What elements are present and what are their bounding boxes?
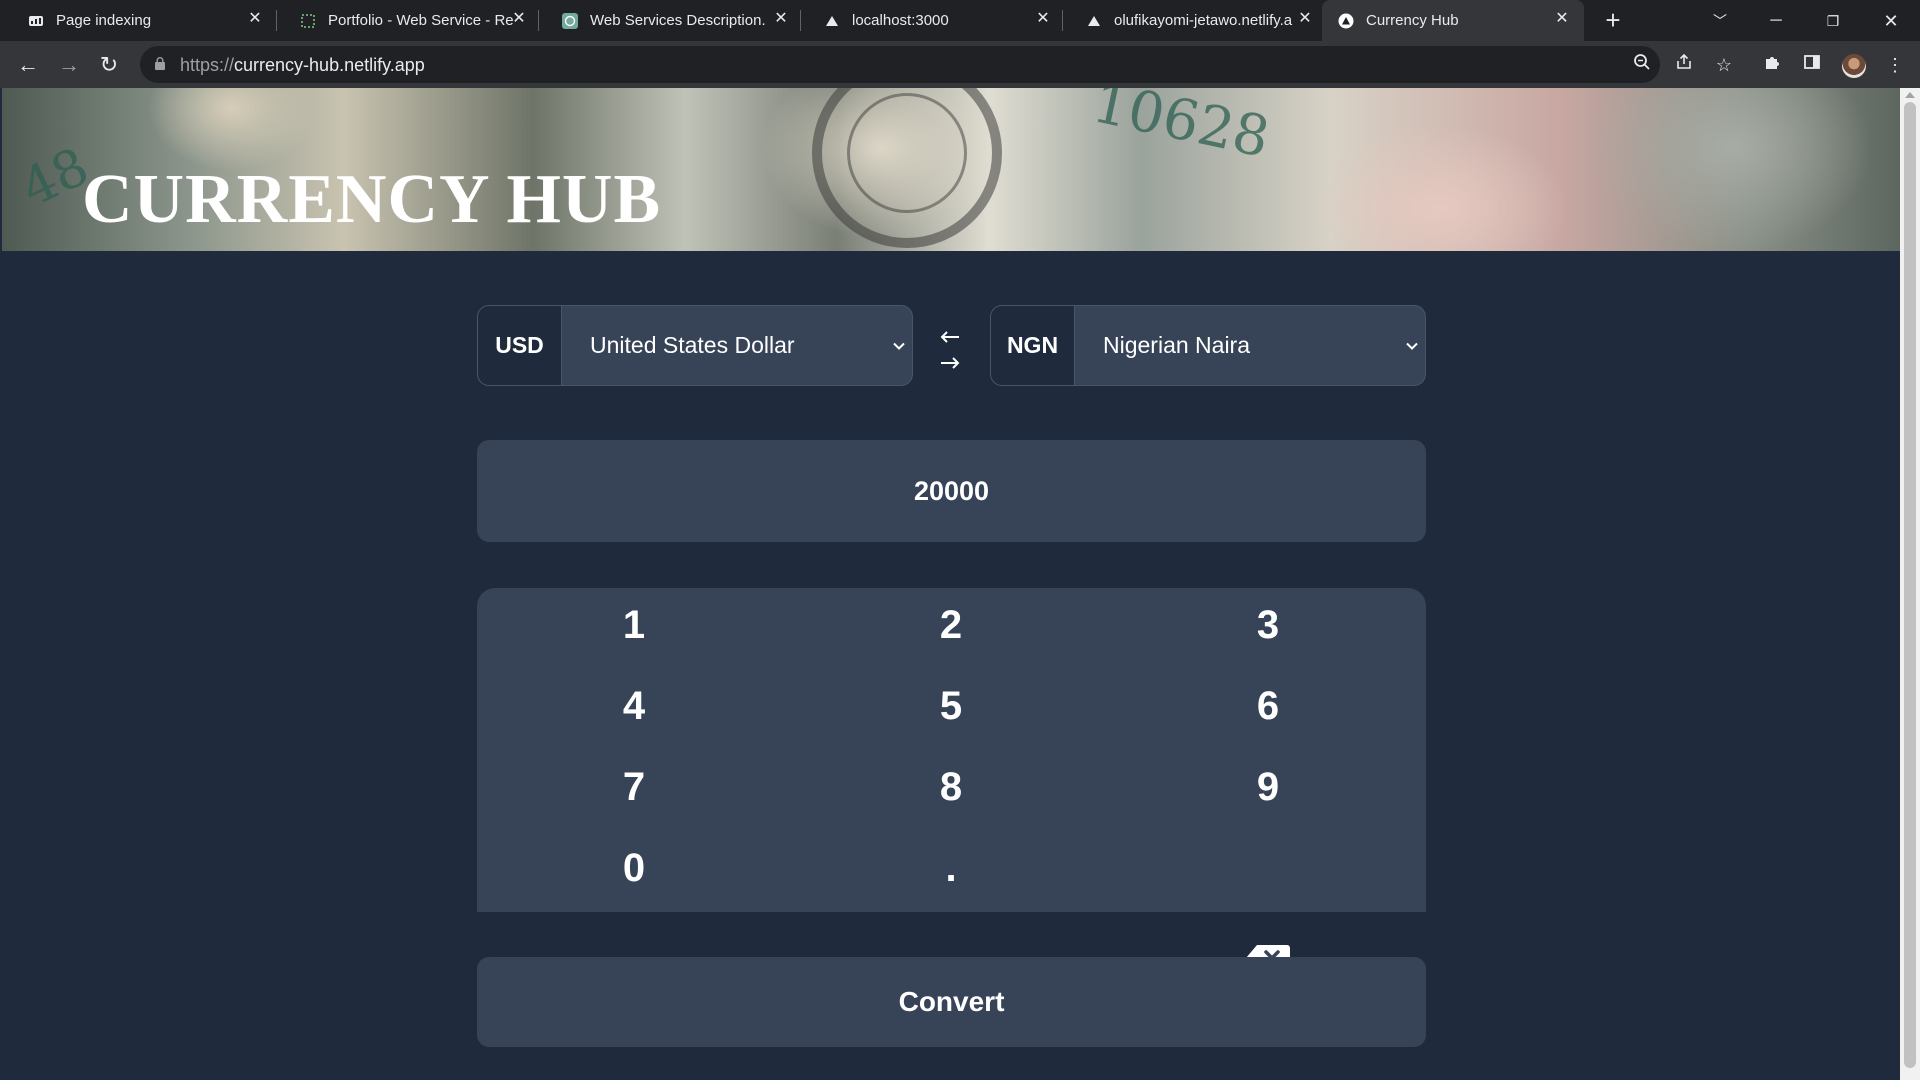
arrow-right-icon xyxy=(938,353,962,373)
reload-icon[interactable]: ↻ xyxy=(93,49,125,81)
restore-icon[interactable]: ❐ xyxy=(1810,6,1856,36)
page-scrollbar[interactable] xyxy=(1900,88,1920,1080)
page-viewport: 10628 48 CURRENCY HUB USD United States … xyxy=(0,88,1900,1080)
address-bar[interactable]: https://currency-hub.netlify.app xyxy=(140,46,1660,83)
bookmark-star-icon[interactable]: ☆ xyxy=(1712,53,1736,77)
tab-title: Web Services Description. xyxy=(590,12,766,29)
tab-title: Currency Hub xyxy=(1366,12,1459,29)
close-icon[interactable]: ✕ xyxy=(1552,9,1572,29)
url-text: https://currency-hub.netlify.app xyxy=(180,55,425,76)
banknote-serial-decoration: 10628 xyxy=(1087,88,1275,171)
key-2[interactable]: 2 xyxy=(891,595,1011,655)
tab-currency-hub[interactable]: Currency Hub ✕ xyxy=(1322,0,1584,41)
lock-icon xyxy=(155,57,165,70)
back-arrow-icon[interactable]: ← xyxy=(12,49,44,81)
chatgpt-icon xyxy=(562,13,578,29)
minimize-icon[interactable]: ─ xyxy=(1753,6,1799,36)
tab-title: Portfolio - Web Service - Re xyxy=(328,12,513,29)
browser-toolbar: ← → ↻ https://currency-hub.netlify.app ☆… xyxy=(0,41,1920,88)
kebab-menu-icon[interactable]: ⋮ xyxy=(1883,53,1907,77)
close-icon[interactable]: ✕ xyxy=(1033,9,1053,29)
close-icon[interactable]: ✕ xyxy=(771,9,791,29)
scrollbar-thumb[interactable] xyxy=(1904,102,1916,1068)
triangle-icon xyxy=(1088,16,1100,26)
chevron-down-icon xyxy=(1405,334,1419,356)
triangle-icon xyxy=(1338,13,1354,29)
app-title: CURRENCY HUB xyxy=(82,161,662,238)
tab-title: localhost:3000 xyxy=(852,12,949,29)
tab-title: olufikayomi-jetawo.netlify.a xyxy=(1114,12,1293,29)
tab-web-services[interactable]: Web Services Description. ✕ xyxy=(534,0,796,41)
tab-search-chevron-icon[interactable]: ﹀ xyxy=(1697,6,1743,36)
close-icon[interactable]: ✕ xyxy=(245,9,265,29)
side-panel-icon[interactable] xyxy=(1800,53,1824,77)
url-host: currency-hub.netlify.app xyxy=(234,55,425,75)
numeric-keypad: 1 2 3 4 5 6 7 8 9 0 . xyxy=(477,588,1426,971)
swap-currencies-button[interactable] xyxy=(930,305,970,386)
key-1[interactable]: 1 xyxy=(574,595,694,655)
from-currency-code: USD xyxy=(478,306,562,385)
search-console-icon xyxy=(29,16,43,26)
to-currency-selector[interactable]: NGN Nigerian Naira xyxy=(990,305,1426,386)
from-currency-name: United States Dollar xyxy=(590,332,795,358)
key-9[interactable]: 9 xyxy=(1208,757,1328,817)
url-scheme: https:// xyxy=(180,55,235,75)
to-currency-name: Nigerian Naira xyxy=(1103,332,1251,358)
key-4[interactable]: 4 xyxy=(574,676,694,736)
tab-localhost[interactable]: localhost:3000 ✕ xyxy=(796,0,1058,41)
from-currency-selector[interactable]: USD United States Dollar xyxy=(477,305,913,386)
key-8[interactable]: 8 xyxy=(891,757,1011,817)
tab-page-indexing[interactable]: Page indexing ✕ xyxy=(0,0,270,41)
convert-button[interactable]: Convert xyxy=(477,957,1426,1047)
key-0[interactable]: 0 xyxy=(574,838,694,898)
key-5[interactable]: 5 xyxy=(891,676,1011,736)
tab-strip: Page indexing ✕ Portfolio - Web Service … xyxy=(0,0,1920,41)
tab-title: Page indexing xyxy=(56,12,152,29)
tab-portfolio[interactable]: Portfolio - Web Service - Re ✕ xyxy=(272,0,534,41)
chevron-down-icon xyxy=(892,334,906,356)
key-3[interactable]: 3 xyxy=(1208,595,1328,655)
scroll-up-arrow-icon[interactable] xyxy=(1905,92,1915,98)
key-7[interactable]: 7 xyxy=(574,757,694,817)
tab-olufikayomi[interactable]: olufikayomi-jetawo.netlify.a ✕ xyxy=(1058,0,1320,41)
share-icon[interactable] xyxy=(1672,53,1696,77)
amount-display[interactable]: 20000 xyxy=(477,440,1426,542)
key-6[interactable]: 6 xyxy=(1208,676,1328,736)
dotted-square-icon xyxy=(301,14,315,28)
key-decimal[interactable]: . xyxy=(891,838,1011,898)
close-icon[interactable]: ✕ xyxy=(1295,9,1315,29)
banknote-seal-decoration xyxy=(847,93,967,213)
close-window-icon[interactable]: ✕ xyxy=(1868,6,1914,36)
arrow-left-icon xyxy=(938,327,962,347)
to-currency-code: NGN xyxy=(991,306,1075,385)
triangle-icon xyxy=(826,16,838,26)
profile-avatar[interactable] xyxy=(1842,54,1866,78)
forward-arrow-icon[interactable]: → xyxy=(53,49,85,81)
hero-banner: 10628 48 CURRENCY HUB xyxy=(2,88,1900,251)
extensions-puzzle-icon[interactable] xyxy=(1760,53,1784,77)
new-tab-button[interactable]: + xyxy=(1600,7,1626,34)
close-icon[interactable]: ✕ xyxy=(509,9,529,29)
zoom-out-icon[interactable] xyxy=(1630,53,1654,77)
